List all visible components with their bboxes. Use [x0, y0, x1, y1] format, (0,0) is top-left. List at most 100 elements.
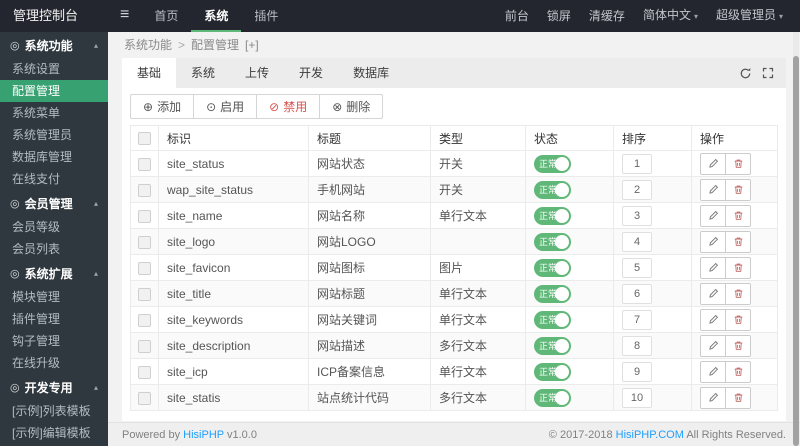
delete-button[interactable] [725, 360, 751, 383]
sidebar-item[interactable]: 会员列表 [0, 238, 108, 260]
sort-input[interactable] [622, 153, 652, 174]
sidebar-item[interactable]: 模块管理 [0, 286, 108, 308]
row-checkbox[interactable] [138, 157, 151, 171]
sidebar-section-title[interactable]: ◎ 开发专用 ▴ [0, 374, 108, 400]
topbar-action[interactable]: 超级管理员 ▾ [707, 0, 792, 33]
tab-1[interactable]: 基础 [122, 58, 177, 88]
topbar-action[interactable]: 前台 [496, 0, 538, 32]
pencil-icon [708, 392, 718, 402]
delete-button[interactable] [725, 204, 751, 227]
sort-input[interactable] [622, 179, 652, 200]
edit-button[interactable] [700, 360, 726, 383]
scrollbar[interactable] [793, 32, 799, 446]
toolbar-button[interactable]: ⊘ 禁用 [256, 94, 321, 119]
edit-button[interactable] [700, 282, 726, 305]
sort-input[interactable] [622, 335, 652, 356]
sort-input[interactable] [622, 283, 652, 304]
topbar-action[interactable]: 简体中文 ▾ [634, 0, 707, 33]
sidebar-item[interactable]: 系统菜单 [0, 102, 108, 124]
row-checkbox[interactable] [138, 261, 151, 275]
sort-input[interactable] [622, 387, 652, 408]
sidebar-item[interactable]: [示例]列表模板 [0, 400, 108, 422]
tab-4[interactable]: 开发 [284, 58, 338, 88]
sidebar-item[interactable]: 在线升级 [0, 352, 108, 374]
sort-input[interactable] [622, 361, 652, 382]
sidebar-section-title[interactable]: ◎ 会员管理 ▴ [0, 190, 108, 216]
sidebar-item[interactable]: 会员等级 [0, 216, 108, 238]
toolbar-button[interactable]: ⊙ 启用 [193, 94, 258, 119]
scrollbar-thumb[interactable] [793, 56, 799, 446]
delete-button[interactable] [725, 308, 751, 331]
row-checkbox[interactable] [138, 235, 151, 249]
sidebar-item[interactable]: 插件管理 [0, 308, 108, 330]
row-checkbox[interactable] [138, 365, 151, 379]
sort-input[interactable] [622, 309, 652, 330]
row-checkbox[interactable] [138, 209, 151, 223]
row-checkbox[interactable] [138, 287, 151, 301]
tab-2[interactable]: 系统 [176, 58, 230, 88]
status-toggle[interactable]: 正常 [534, 258, 571, 277]
edit-button[interactable] [700, 308, 726, 331]
menu-toggle-icon[interactable]: ≡ [108, 0, 141, 32]
edit-button[interactable] [700, 178, 726, 201]
top-nav-item[interactable]: 系统 [191, 0, 242, 32]
app-logo: 管理控制台 [13, 8, 79, 23]
hisiphp-com-link[interactable]: HisiPHP.COM [616, 429, 684, 441]
delete-button[interactable] [725, 256, 751, 279]
status-toggle[interactable]: 正常 [534, 206, 571, 225]
status-toggle[interactable]: 正常 [534, 284, 571, 303]
status-toggle[interactable]: 正常 [534, 310, 571, 329]
delete-button[interactable] [725, 386, 751, 409]
fullscreen-icon[interactable] [762, 67, 774, 79]
delete-button[interactable] [725, 334, 751, 357]
topbar-action[interactable]: 清缓存 [580, 0, 634, 32]
breadcrumb-item[interactable]: 系统功能 [124, 38, 172, 52]
edit-button[interactable] [700, 230, 726, 253]
row-checkbox[interactable] [138, 313, 151, 327]
tab-5[interactable]: 数据库 [338, 58, 404, 88]
sidebar-item[interactable]: 系统管理员 [0, 124, 108, 146]
cell-status: 正常 [525, 358, 614, 385]
sidebar-item[interactable]: 数据库管理 [0, 146, 108, 168]
status-toggle[interactable]: 正常 [534, 154, 571, 173]
row-checkbox[interactable] [138, 339, 151, 353]
hisiphp-link[interactable]: HisiPHP [183, 429, 224, 441]
edit-button[interactable] [700, 386, 726, 409]
cell-title: 站点统计代码 [308, 384, 431, 411]
sidebar-item[interactable]: 配置管理 [0, 80, 108, 102]
topbar-action[interactable]: 锁屏 [538, 0, 580, 32]
top-nav-item[interactable]: 首页 [141, 0, 191, 32]
delete-button[interactable] [725, 152, 751, 175]
edit-button[interactable] [700, 204, 726, 227]
sort-input[interactable] [622, 257, 652, 278]
sidebar-item[interactable]: [示例]编辑模板 [0, 422, 108, 444]
sidebar-item[interactable]: 钩子管理 [0, 330, 108, 352]
breadcrumb-item[interactable]: 配置管理 [191, 38, 239, 52]
row-checkbox[interactable] [138, 391, 151, 405]
tab-3[interactable]: 上传 [230, 58, 284, 88]
delete-button[interactable] [725, 178, 751, 201]
sidebar-item[interactable]: 系统设置 [0, 58, 108, 80]
edit-button[interactable] [700, 152, 726, 175]
sidebar-item[interactable]: 在线支付 [0, 168, 108, 190]
edit-button[interactable] [700, 256, 726, 279]
row-checkbox[interactable] [138, 183, 151, 197]
sidebar-section-title[interactable]: ◎ 系统扩展 ▴ [0, 260, 108, 286]
edit-button[interactable] [700, 334, 726, 357]
sort-input[interactable] [622, 231, 652, 252]
top-nav-item[interactable]: 插件 [241, 0, 291, 32]
status-toggle[interactable]: 正常 [534, 362, 571, 381]
status-toggle[interactable]: 正常 [534, 336, 571, 355]
toolbar-button[interactable]: ⊕ 添加 [130, 94, 195, 119]
delete-button[interactable] [725, 282, 751, 305]
sidebar-section-title[interactable]: ◎ 系统功能 ▴ [0, 32, 108, 58]
status-toggle[interactable]: 正常 [534, 388, 571, 407]
select-all-checkbox[interactable] [138, 132, 151, 146]
sort-input[interactable] [622, 205, 652, 226]
status-toggle[interactable]: 正常 [534, 180, 571, 199]
toolbar-button[interactable]: ⊗ 删除 [319, 94, 384, 119]
refresh-icon[interactable] [739, 67, 752, 80]
delete-button[interactable] [725, 230, 751, 253]
status-toggle[interactable]: 正常 [534, 232, 571, 251]
cell-operations [691, 384, 778, 411]
